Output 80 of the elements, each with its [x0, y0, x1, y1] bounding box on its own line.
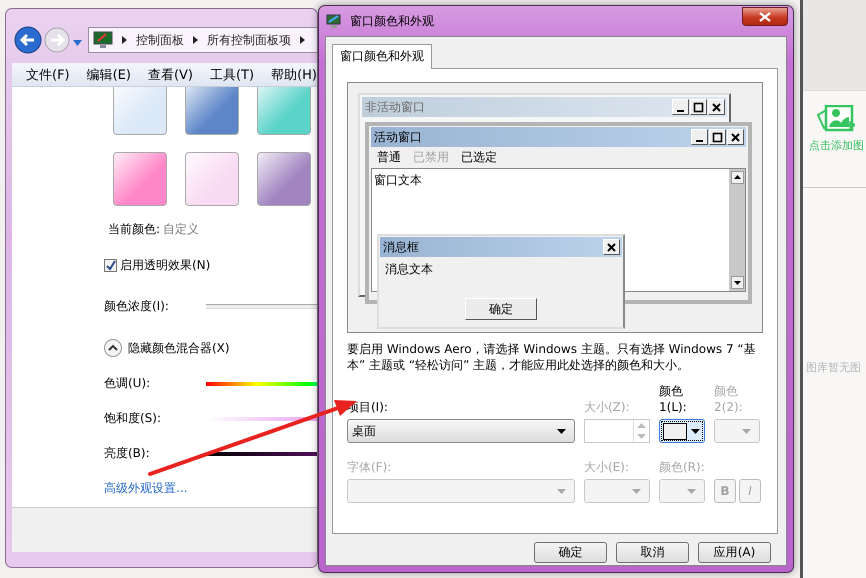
- current-color-label: 当前颜色:: [108, 221, 160, 238]
- scroll-down-icon: [730, 276, 744, 289]
- dropdown[interactable]: 桌面: [347, 419, 575, 443]
- current-color-value: 自定义: [163, 221, 200, 238]
- address-bar[interactable]: 控制面板 所有控制面板项: [88, 27, 317, 53]
- close-icon: [710, 100, 723, 114]
- close-icon: [759, 12, 771, 22]
- maximize-button[interactable]: [709, 129, 726, 145]
- caret-icon: [632, 488, 641, 494]
- menu-item[interactable]: 已选定: [461, 149, 497, 165]
- menu-item[interactable]: 编辑(E): [86, 66, 131, 84]
- color-swatch[interactable]: [113, 152, 167, 206]
- chevron-icon: [122, 36, 127, 44]
- color-swatch[interactable]: [185, 152, 239, 206]
- field-label: 颜色(R):: [659, 459, 705, 475]
- description-text: 要启用 Windows Aero，请选择 Windows 主题。只有选择 Windows 7 “基本” 主题或 “轻松访问” 主题，才能应用此处选择的颜色和大小。: [347, 341, 757, 373]
- scroll-up-icon: [730, 171, 744, 184]
- monitor-icon: [93, 31, 113, 49]
- spin-down-icon: [637, 434, 646, 439]
- dialog-button[interactable]: 应用(A): [698, 542, 771, 563]
- field-label: 字体(F):: [347, 459, 392, 475]
- message-text: 消息文本: [384, 261, 434, 278]
- breadcrumb-item[interactable]: 控制面板: [136, 32, 184, 48]
- slider-label: 色调(U):: [104, 375, 152, 392]
- mixer-toggle-label[interactable]: 隐藏颜色混合器(X): [128, 340, 230, 356]
- window-title: 非活动窗口: [365, 98, 426, 116]
- caret-icon: [557, 428, 566, 434]
- breadcrumb-item[interactable]: 所有控制面板项: [207, 32, 291, 48]
- scrollbar[interactable]: [729, 169, 745, 291]
- menu-item[interactable]: 帮助(H): [271, 66, 317, 84]
- dialog-button[interactable]: 确定: [534, 542, 607, 563]
- maximize-icon: [692, 100, 705, 114]
- minimize-icon: [696, 140, 703, 142]
- collapse-icon[interactable]: [104, 339, 122, 357]
- empty-gallery-text: 图库暂无图: [806, 360, 862, 375]
- chevron-icon: [193, 36, 198, 44]
- checkbox[interactable]: [104, 259, 117, 272]
- color-swatch[interactable]: [257, 87, 311, 135]
- ok-button[interactable]: 确定: [465, 298, 537, 320]
- menu-item[interactable]: 文件(F): [26, 66, 70, 84]
- field-label: 大小(E):: [584, 459, 629, 475]
- tab[interactable]: 窗口颜色和外观: [332, 44, 432, 69]
- color-swatch[interactable]: [257, 152, 311, 206]
- window-title: 窗口颜色和外观: [350, 12, 434, 30]
- field-label: 大小(Z):: [584, 399, 630, 415]
- close-icon: [605, 240, 618, 254]
- hue-gradient[interactable]: [206, 382, 317, 386]
- slider-label: 颜色浓度(I):: [104, 298, 170, 315]
- advanced-settings-link[interactable]: 高级外观设置...: [104, 480, 188, 497]
- field-label: 颜色2(2):: [714, 383, 744, 415]
- slider-label: 亮度(B):: [104, 445, 151, 462]
- window-title: 活动窗口: [374, 128, 423, 146]
- monitor-icon: [326, 13, 342, 29]
- caret-icon: [73, 40, 82, 46]
- caret-icon: [691, 428, 700, 434]
- slider-label: 饱和度(S):: [104, 410, 162, 427]
- chevron-icon: [300, 36, 305, 44]
- dialog-button[interactable]: 取消: [616, 542, 689, 563]
- caret-icon: [687, 488, 696, 494]
- menu-item[interactable]: 普通: [377, 149, 401, 165]
- brightness-gradient[interactable]: [206, 452, 317, 456]
- slider-track[interactable]: [206, 304, 317, 309]
- color-picker[interactable]: [659, 419, 705, 443]
- menu-item[interactable]: 工具(T): [210, 66, 254, 84]
- caret-icon: [557, 488, 566, 494]
- caret-icon: [742, 428, 751, 434]
- close-icon: [729, 130, 742, 144]
- color-swatch[interactable]: [185, 87, 239, 135]
- checkbox-label: 启用透明效果(N): [120, 257, 210, 274]
- minimize-icon: [677, 110, 684, 112]
- spin-up-icon: [637, 423, 646, 428]
- back-icon[interactable]: [14, 26, 42, 54]
- minimize-button[interactable]: [691, 129, 708, 145]
- close-button[interactable]: [742, 7, 788, 26]
- field-label: 颜色1(L):: [659, 383, 688, 415]
- menu-item[interactable]: 查看(V): [148, 66, 193, 84]
- maximize-icon: [711, 130, 724, 144]
- color-swatch[interactable]: [113, 87, 167, 135]
- window-title: 消息框: [383, 238, 420, 256]
- window-text: 窗口文本: [373, 172, 423, 189]
